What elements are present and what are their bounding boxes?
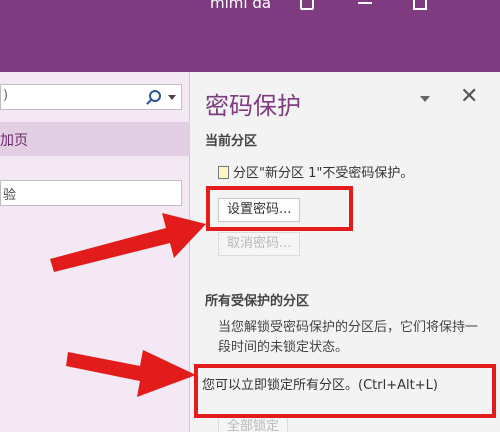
notebook-section-icon: [218, 166, 229, 179]
page-title-field[interactable]: 验: [0, 180, 182, 206]
highlight-box-lock-all: [194, 364, 496, 418]
search-input-text: ): [3, 88, 9, 103]
user-name[interactable]: mimi da: [210, 0, 271, 12]
page-list-pane: ) 加页 验: [0, 72, 190, 432]
search-icon[interactable]: [149, 90, 161, 102]
title-bar: mimi da: [0, 0, 500, 72]
pane-title: 密码保护: [205, 92, 301, 120]
window-close-icon[interactable]: [470, 0, 484, 10]
dropdown-caret-icon[interactable]: [168, 95, 176, 100]
remove-password-button: 取消密码...: [218, 232, 301, 256]
close-icon[interactable]: ✕: [460, 86, 478, 108]
section-status-text: 分区"新分区 1"不受密码保护。: [233, 166, 414, 181]
all-protected-heading: 所有受保护的分区: [205, 294, 310, 309]
search-input[interactable]: ): [0, 84, 182, 110]
restore-icon[interactable]: [413, 0, 427, 10]
section-status: 分区"新分区 1"不受密码保护。: [218, 162, 413, 181]
protection-description: 当您解锁受密码保护的分区后，它们将保持一段时间的未锁定状态。: [218, 320, 479, 355]
add-page-label: 加页: [0, 133, 28, 149]
add-page-button[interactable]: 加页: [0, 122, 190, 156]
current-section-heading: 当前分区: [205, 134, 258, 149]
pane-options-icon[interactable]: [420, 96, 430, 102]
highlight-box-set-password: [206, 186, 353, 231]
page-title-text: 验: [3, 188, 17, 203]
account-icon[interactable]: [300, 0, 314, 10]
minimize-icon[interactable]: [358, 0, 372, 4]
